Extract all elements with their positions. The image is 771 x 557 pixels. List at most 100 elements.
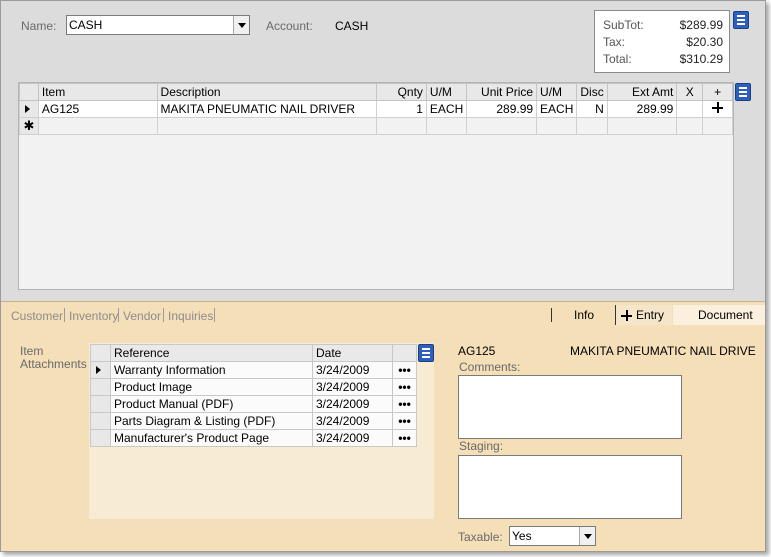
- tab-info[interactable]: Info: [574, 308, 594, 322]
- new-cell-um[interactable]: [425, 117, 468, 135]
- add-line-icon[interactable]: [702, 100, 733, 118]
- name-combobox[interactable]: CASH: [66, 15, 250, 35]
- row-selector[interactable]: [90, 412, 111, 430]
- column-header-price-um[interactable]: U/M: [536, 83, 578, 101]
- tab-customer[interactable]: Customer: [11, 309, 63, 323]
- new-cell-qnty[interactable]: [376, 117, 427, 135]
- detail-item-description: MAKITA PNEUMATIC NAIL DRIVE: [570, 344, 756, 358]
- cell-unit-price[interactable]: 289.99: [466, 100, 538, 118]
- tab-divider: [214, 308, 215, 322]
- grid-corner-cell: [19, 83, 39, 101]
- attachments-corner-cell: [90, 344, 111, 362]
- attachment-date: 3/24/2009: [312, 395, 393, 413]
- column-header-disc[interactable]: Disc: [576, 83, 608, 101]
- column-header-ext-amt[interactable]: Ext Amt: [606, 83, 678, 101]
- name-label: Name:: [21, 19, 57, 33]
- column-header-qnty[interactable]: Qnty: [376, 83, 427, 101]
- column-header-um[interactable]: U/M: [425, 83, 468, 101]
- attachment-date: 3/24/2009: [312, 378, 393, 396]
- row-selector[interactable]: [90, 395, 111, 413]
- column-header-description[interactable]: Description: [156, 83, 378, 101]
- bottom-panel: Customer Inventory Vendor Inquiries Info…: [1, 301, 765, 551]
- taxable-value: Yes: [512, 529, 532, 543]
- tab-divider: [118, 308, 119, 322]
- attachment-date: 3/24/2009: [312, 361, 393, 379]
- row-selector[interactable]: [90, 378, 111, 396]
- new-cell-description[interactable]: [156, 117, 378, 135]
- table-row[interactable]: AG125 MAKITA PNEUMATIC NAIL DRIVER 1 EAC…: [19, 100, 733, 118]
- row-selector-icon[interactable]: [90, 361, 111, 379]
- total-value: $310.29: [679, 52, 723, 66]
- cell-disc[interactable]: N: [576, 100, 608, 118]
- cell-um[interactable]: EACH: [425, 100, 468, 118]
- tab-vendor[interactable]: Vendor: [123, 309, 161, 323]
- new-cell-x[interactable]: [676, 117, 704, 135]
- tab-document[interactable]: Document: [673, 305, 765, 325]
- list-item[interactable]: Warranty Information 3/24/2009 •••: [90, 361, 417, 379]
- taxable-label: Taxable:: [458, 530, 503, 544]
- attachment-reference[interactable]: Product Image: [110, 378, 313, 396]
- tab-divider: [64, 308, 65, 322]
- tab-entry[interactable]: Entry: [615, 305, 672, 325]
- attachment-reference[interactable]: Manufacturer's Product Page: [110, 429, 313, 447]
- new-row-icon[interactable]: ✱: [19, 117, 39, 135]
- cell-price-um[interactable]: EACH: [536, 100, 578, 118]
- row-selector[interactable]: [90, 429, 111, 447]
- tax-value: $20.30: [686, 35, 723, 49]
- tab-inventory[interactable]: Inventory: [69, 309, 118, 323]
- tab-entry-label: Entry: [636, 308, 665, 322]
- column-header-x[interactable]: X: [676, 83, 704, 101]
- attachment-reference[interactable]: Parts Diagram & Listing (PDF): [110, 412, 313, 430]
- new-cell-plus[interactable]: [702, 117, 733, 135]
- cell-qnty[interactable]: 1: [376, 100, 427, 118]
- open-attachment-button[interactable]: •••: [392, 361, 417, 379]
- list-item[interactable]: Manufacturer's Product Page 3/24/2009 ••…: [90, 429, 417, 447]
- cell-x[interactable]: [676, 100, 704, 118]
- subtotal-value: $289.99: [679, 18, 723, 32]
- dropdown-arrow-icon[interactable]: [233, 16, 249, 34]
- grid-menu-icon[interactable]: [735, 83, 751, 101]
- column-header-plus[interactable]: +: [702, 83, 733, 101]
- account-value: CASH: [335, 19, 369, 33]
- grid-header-row: Item Description Qnty U/M Unit Price U/M…: [19, 83, 733, 101]
- cell-item[interactable]: AG125: [37, 100, 158, 118]
- cell-description[interactable]: MAKITA PNEUMATIC NAIL DRIVER: [156, 100, 378, 118]
- comments-field[interactable]: [458, 375, 682, 439]
- taxable-select[interactable]: Yes: [509, 526, 596, 546]
- totals-menu-icon[interactable]: [733, 11, 749, 29]
- open-attachment-button[interactable]: •••: [392, 429, 417, 447]
- column-header-unit-price[interactable]: Unit Price: [466, 83, 538, 101]
- cell-ext-amt[interactable]: 289.99: [606, 100, 678, 118]
- open-attachment-button[interactable]: •••: [392, 395, 417, 413]
- tab-inquiries[interactable]: Inquiries: [168, 309, 213, 323]
- attachment-reference[interactable]: Warranty Information: [110, 361, 313, 379]
- attachments-label-line1: Item: [20, 344, 44, 358]
- detail-item-code: AG125: [458, 344, 496, 358]
- new-cell-item[interactable]: [37, 117, 158, 135]
- tab-divider: [551, 308, 552, 322]
- comments-label: Comments:: [459, 360, 521, 374]
- attachment-date: 3/24/2009: [312, 412, 393, 430]
- attachments-menu-icon[interactable]: [418, 344, 434, 362]
- attachment-reference[interactable]: Product Manual (PDF): [110, 395, 313, 413]
- new-cell-unit-price[interactable]: [466, 117, 538, 135]
- tab-document-label: Document: [698, 308, 753, 322]
- row-selector-icon[interactable]: [19, 100, 39, 118]
- new-cell-disc[interactable]: [576, 117, 608, 135]
- column-header-reference[interactable]: Reference: [110, 344, 313, 362]
- list-item[interactable]: Product Manual (PDF) 3/24/2009 •••: [90, 395, 417, 413]
- column-header-item[interactable]: Item: [37, 83, 158, 101]
- total-label: Total:: [603, 52, 632, 66]
- plus-icon: [621, 310, 632, 321]
- list-item[interactable]: Product Image 3/24/2009 •••: [90, 378, 417, 396]
- open-attachment-button[interactable]: •••: [392, 412, 417, 430]
- column-header-date[interactable]: Date: [312, 344, 393, 362]
- list-item[interactable]: Parts Diagram & Listing (PDF) 3/24/2009 …: [90, 412, 417, 430]
- staging-field[interactable]: [458, 455, 682, 519]
- new-cell-price-um[interactable]: [536, 117, 578, 135]
- tax-label: Tax:: [603, 35, 626, 49]
- new-row[interactable]: ✱: [19, 117, 733, 135]
- new-cell-ext-amt[interactable]: [606, 117, 678, 135]
- open-attachment-button[interactable]: •••: [392, 378, 417, 396]
- dropdown-arrow-icon[interactable]: [579, 527, 595, 545]
